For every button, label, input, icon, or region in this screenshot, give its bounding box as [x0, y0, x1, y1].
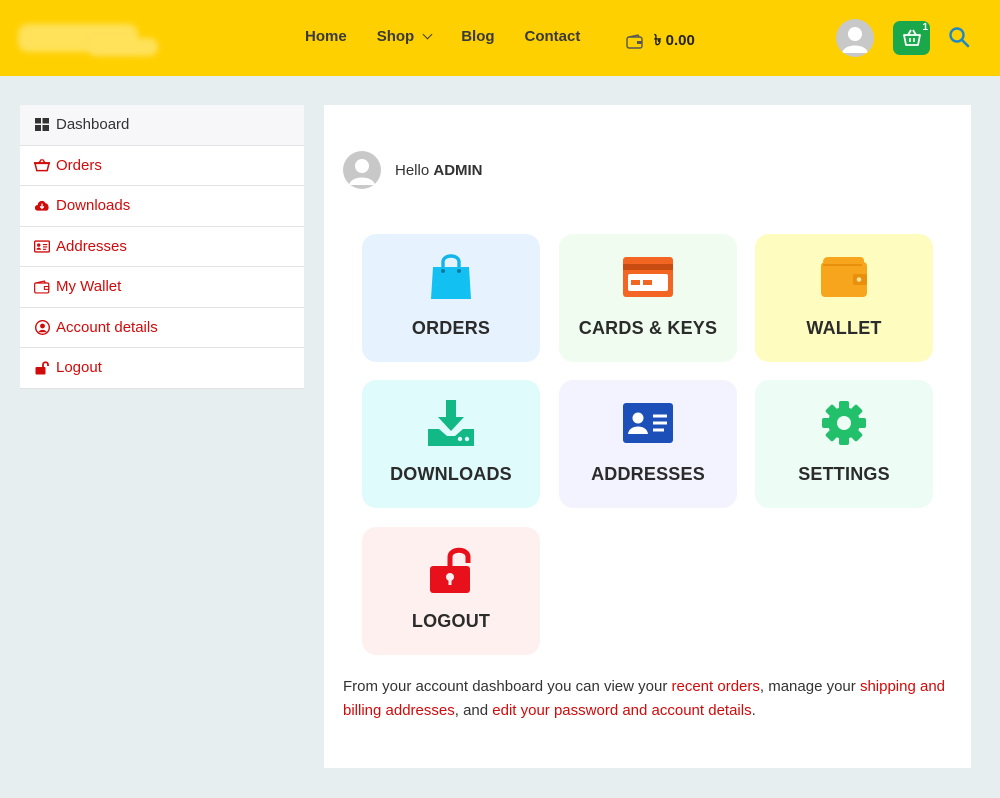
wallet-balance-amount: ৳ 0.00: [654, 32, 695, 49]
greeting-text: Hello: [395, 161, 430, 179]
nav-contact[interactable]: Contact: [525, 28, 581, 45]
avatar: [343, 151, 381, 189]
user-icon: [842, 27, 868, 53]
description-text: , and: [454, 702, 493, 719]
site-header: Home Shop Blog Contact ৳ 0.00 1: [0, 0, 1000, 76]
nav-blog-label: Blog: [461, 28, 495, 45]
wallet-icon: [820, 252, 868, 302]
user-avatar[interactable]: [836, 19, 874, 57]
tile-label: ORDERS: [411, 318, 491, 338]
dashboard-description: From your account dashboard you can view…: [343, 675, 958, 723]
sidebar-item-label: Addresses: [56, 237, 127, 255]
chevron-down-icon: [422, 29, 433, 40]
sidebar-item-label: Account details: [56, 318, 158, 336]
address-card-icon: [34, 238, 50, 254]
sidebar-item-label: Dashboard: [56, 116, 130, 134]
greeting: Hello ADMIN: [343, 151, 483, 189]
sidebar-item-label: Downloads: [56, 197, 131, 215]
tile-label: SETTINGS: [798, 464, 890, 484]
cart-button[interactable]: 1: [893, 21, 930, 55]
search-button[interactable]: [948, 26, 970, 53]
sidebar-item-orders[interactable]: Orders: [20, 146, 304, 186]
tile-label: WALLET: [806, 318, 882, 338]
sidebar-item-dashboard[interactable]: Dashboard: [20, 105, 304, 146]
user-icon: [349, 159, 375, 185]
sidebar-item-label: Logout: [56, 359, 102, 377]
cloud-download-icon: [34, 198, 50, 214]
description-text: , manage your: [759, 678, 860, 695]
tile-wallet[interactable]: WALLET: [755, 234, 933, 362]
nav-home[interactable]: Home: [305, 28, 347, 45]
account-details-link[interactable]: edit your password and account details: [492, 702, 751, 719]
dashboard-icon: [34, 117, 50, 133]
tile-label: CARDS & KEYS: [578, 318, 718, 338]
unlock-icon: [429, 545, 473, 595]
recent-orders-link[interactable]: recent orders: [672, 678, 760, 695]
site-logo[interactable]: [18, 20, 158, 60]
account-sidebar: Dashboard Orders Downloads Addresses My …: [20, 105, 304, 389]
sidebar-item-account-details[interactable]: Account details: [20, 308, 304, 348]
search-icon: [949, 27, 970, 48]
tile-orders[interactable]: ORDERS: [362, 234, 540, 362]
sidebar-item-addresses[interactable]: Addresses: [20, 227, 304, 267]
wallet-icon: [626, 34, 643, 49]
wallet-icon: [34, 279, 50, 295]
unlock-icon: [34, 360, 50, 376]
id-card-icon: [622, 398, 674, 448]
main-nav: Home Shop Blog Contact: [305, 28, 580, 45]
tile-downloads[interactable]: DOWNLOADS: [362, 380, 540, 508]
wallet-balance[interactable]: ৳ 0.00: [626, 29, 695, 54]
tile-logout[interactable]: LOGOUT: [362, 527, 540, 655]
cart-count-badge: 1: [922, 22, 928, 33]
download-icon: [427, 398, 475, 448]
tile-label: ADDRESSES: [591, 464, 705, 484]
sidebar-item-my-wallet[interactable]: My Wallet: [20, 267, 304, 308]
tile-label: DOWNLOADS: [390, 464, 512, 484]
tile-label: LOGOUT: [411, 611, 491, 631]
nav-blog[interactable]: Blog: [461, 28, 494, 45]
sidebar-item-downloads[interactable]: Downloads: [20, 186, 304, 227]
nav-shop-label: Shop: [376, 28, 415, 45]
credit-card-icon: [622, 252, 674, 302]
tile-settings[interactable]: SETTINGS: [755, 380, 933, 508]
username: ADMIN: [433, 161, 483, 179]
sidebar-item-label: My Wallet: [56, 278, 122, 296]
gear-icon: [821, 398, 867, 448]
description-text: From your account dashboard you can view…: [343, 678, 672, 695]
basket-icon: [34, 157, 50, 173]
dashboard-content: Hello ADMIN ORDERS CARDS & KEYS WALLET D…: [324, 105, 971, 768]
user-circle-icon: [34, 319, 50, 335]
nav-contact-label: Contact: [524, 28, 581, 45]
basket-icon: [902, 29, 921, 46]
description-text: .: [751, 702, 756, 719]
tile-cards-keys[interactable]: CARDS & KEYS: [559, 234, 737, 362]
nav-home-label: Home: [305, 28, 347, 45]
shopping-bag-icon: [430, 252, 472, 302]
sidebar-item-label: Orders: [56, 156, 102, 174]
tile-addresses[interactable]: ADDRESSES: [559, 380, 737, 508]
sidebar-item-logout[interactable]: Logout: [20, 348, 304, 389]
nav-shop[interactable]: Shop: [376, 28, 433, 45]
